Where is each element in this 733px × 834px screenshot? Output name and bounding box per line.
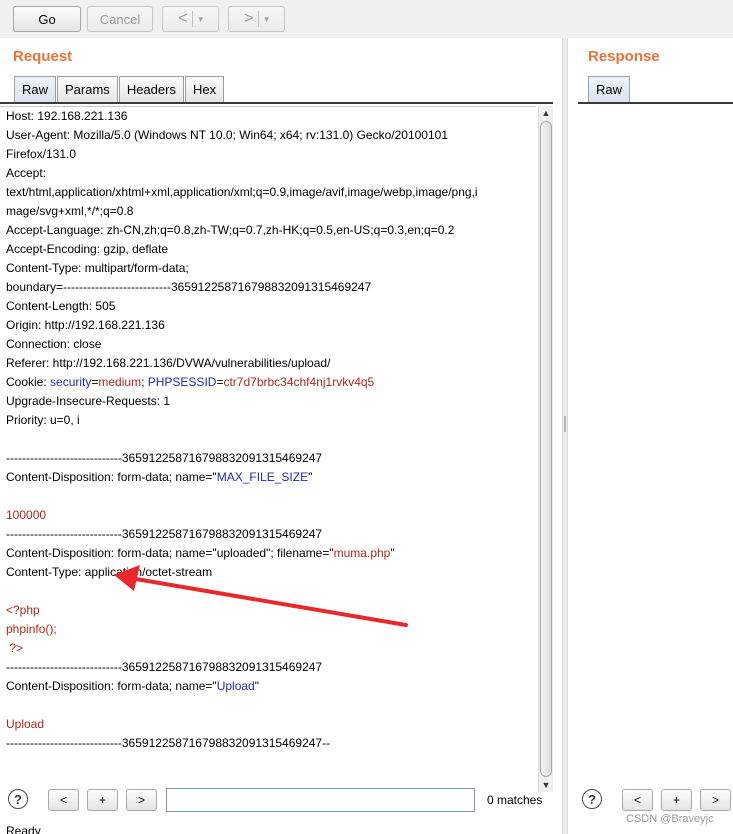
arrow-head: [114, 565, 140, 591]
annotation-arrow: [114, 565, 408, 627]
arrow-shaft: [128, 576, 408, 627]
